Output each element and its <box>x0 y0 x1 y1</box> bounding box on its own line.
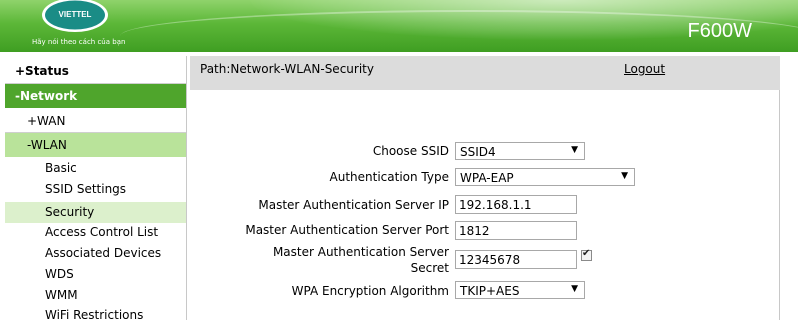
path-bar: Path:Network-WLAN-Security Logout <box>190 56 780 90</box>
logo-text: VIETTEL <box>59 10 92 19</box>
sidebar-item-security[interactable]: Security <box>5 202 186 223</box>
sidebar-item-label: +WAN <box>27 114 66 128</box>
server-port-input[interactable]: 1812 <box>455 221 577 240</box>
server-ip-input[interactable]: 192.168.1.1 <box>455 195 577 214</box>
sidebar-item-label: SSID Settings <box>45 182 127 196</box>
encryption-label: WPA Encryption Algorithm <box>291 284 449 298</box>
ssid-select[interactable]: SSID4 ▼ <box>455 142 585 160</box>
sidebar-item-label: WMM <box>45 288 78 302</box>
sidebar-item-wifi-restrictions[interactable]: WiFi Restrictions <box>5 305 186 326</box>
sidebar-item-ssid-settings[interactable]: SSID Settings <box>5 179 186 200</box>
sidebar-item-label: Access Control List <box>45 225 159 239</box>
device-model: F600W <box>687 20 752 42</box>
sidebar-item-label: Basic <box>45 161 77 175</box>
logout-link[interactable]: Logout <box>624 62 665 76</box>
sidebar-item-label: -WLAN <box>27 138 67 152</box>
sidebar-item-wlan[interactable]: -WLAN <box>5 133 186 157</box>
sidebar-item-network[interactable]: -Network <box>5 84 186 108</box>
check-icon: ✔ <box>582 248 591 259</box>
header-banner: VIETTEL Hãy nói theo cách của bạn F600W <box>0 0 798 52</box>
sidebar-item-label: Security <box>45 205 95 219</box>
auth-type-select[interactable]: WPA-EAP ▼ <box>455 168 635 186</box>
sidebar-item-access-control-list[interactable]: Access Control List <box>5 222 186 243</box>
server-port-value: 1812 <box>459 224 490 238</box>
encryption-value: TKIP+AES <box>460 284 520 298</box>
sidebar-item-wmm[interactable]: WMM <box>5 285 186 306</box>
secret-input[interactable]: 12345678 <box>455 250 577 269</box>
secret-label-line2: Secret <box>410 261 449 275</box>
server-port-label: Master Authentication Server Port <box>245 223 449 237</box>
ssid-value: SSID4 <box>460 145 496 159</box>
secret-label-line1: Master Authentication Server <box>272 245 449 259</box>
dropdown-arrow-icon: ▼ <box>571 284 578 294</box>
slogan: Hãy nói theo cách của bạn <box>32 38 126 46</box>
sidebar-item-status[interactable]: +Status <box>5 59 186 84</box>
breadcrumb: Path:Network-WLAN-Security <box>200 62 374 76</box>
sidebar-item-label: -Network <box>15 89 78 103</box>
viettel-logo: VIETTEL <box>42 0 108 32</box>
server-ip-value: 192.168.1.1 <box>459 198 532 212</box>
secret-value: 12345678 <box>459 253 521 267</box>
sidebar-item-label: WDS <box>45 267 74 281</box>
auth-type-value: WPA-EAP <box>460 171 514 185</box>
show-secret-checkbox[interactable]: ✔ <box>581 248 592 261</box>
dropdown-arrow-icon: ▼ <box>571 145 578 155</box>
sidebar-item-basic[interactable]: Basic <box>5 158 186 179</box>
ssid-label: Choose SSID <box>372 144 449 158</box>
dropdown-arrow-icon: ▼ <box>621 171 628 181</box>
sidebar-item-label: Associated Devices <box>45 246 162 260</box>
encryption-select[interactable]: TKIP+AES ▼ <box>455 281 585 299</box>
sidebar: +Status -Network +WAN -WLAN Basic SSID S… <box>5 56 187 322</box>
server-ip-label: Master Authentication Server IP <box>258 198 449 212</box>
sidebar-item-label: +Status <box>15 64 69 78</box>
sidebar-item-wds[interactable]: WDS <box>5 264 186 285</box>
content-border <box>779 90 780 320</box>
auth-type-label: Authentication Type <box>329 170 449 184</box>
sidebar-item-associated-devices[interactable]: Associated Devices <box>5 243 186 264</box>
sidebar-item-wan[interactable]: +WAN <box>5 109 186 133</box>
